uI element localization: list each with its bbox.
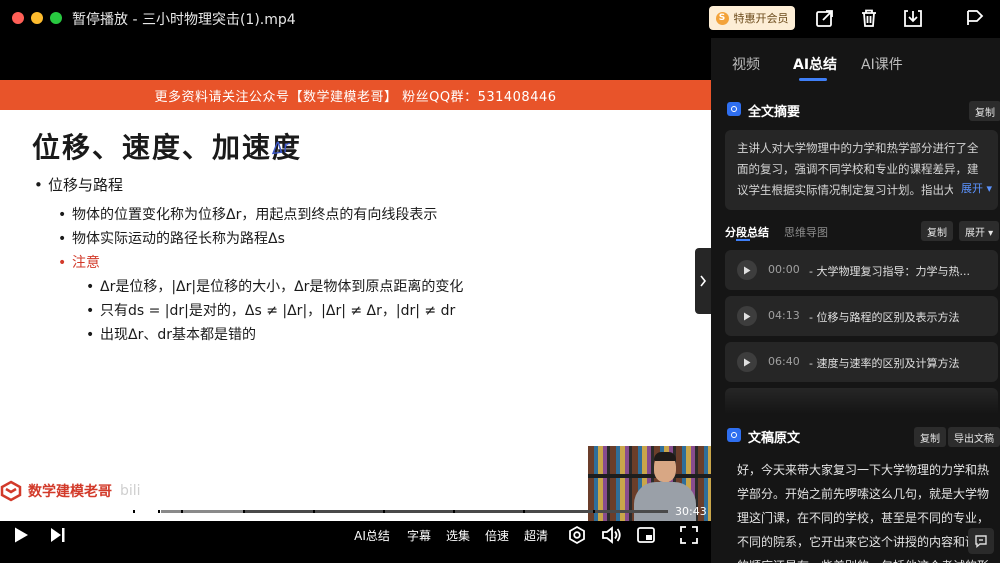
segment-item[interactable]: 00:00 - 大学物理复习指导：力学与热...	[725, 250, 998, 290]
segment-text: - 位移与路程的区别及表示方法	[809, 311, 960, 324]
segment-time: 04:13	[768, 309, 800, 322]
slide-bullet-7: • 出现Δr、dr基本都是错的	[86, 327, 256, 343]
download-icon[interactable]	[902, 7, 924, 29]
slide-bullet-1: • 位移与路程	[34, 176, 124, 194]
summary-copy-button[interactable]: 复制	[969, 101, 1000, 121]
chevron-right-icon	[700, 275, 707, 287]
slide-bullet-4: • 注意	[58, 255, 100, 271]
play-icon[interactable]	[10, 524, 32, 546]
segment-text: - 大学物理复习指导：力学与热...	[809, 265, 970, 278]
quality-button[interactable]: 超清	[521, 524, 551, 546]
segment-copy-button[interactable]: 复制	[921, 221, 953, 241]
slide-bullet-2: • 物体的位置变化称为位移Δr，用起点到终点的有向线段表示	[58, 207, 438, 223]
transcript-title: 文稿原文	[748, 431, 801, 446]
subtitle-button[interactable]: 字幕	[404, 524, 434, 546]
logo-text: 数学建模老哥	[28, 484, 112, 500]
played-bar	[53, 510, 162, 513]
segment-item[interactable]: 06:40 - 速度与速率的区别及计算方法	[725, 342, 998, 382]
logo-mark-icon	[0, 480, 22, 502]
watermark-text: bili	[120, 483, 141, 499]
handwriting-annotation: Δr	[270, 136, 291, 159]
segment-time: 00:00	[768, 263, 800, 276]
tab-ai-summary[interactable]: AI总结	[793, 54, 837, 74]
video-frame: 更多资料请关注公众号【数学建模老哥】 粉丝QQ群：531408446 位移、速度…	[0, 80, 711, 521]
coin-icon: S	[715, 11, 729, 25]
slide-bullet-3: • 物体实际运动的路径长称为路程Δs	[58, 231, 285, 247]
close-window-button[interactable]	[12, 12, 24, 24]
play-icon[interactable]	[737, 306, 757, 326]
vip-button[interactable]: S 特惠开会员	[709, 6, 795, 30]
slide-banner: 更多资料请关注公众号【数学建模老哥】 粉丝QQ群：531408446	[0, 80, 711, 110]
speed-button[interactable]: 倍速	[482, 524, 512, 546]
title-bar: 暂停播放 - 三小时物理突击(1).mp4 S 特惠开会员	[0, 0, 1000, 38]
zoom-window-button[interactable]	[50, 12, 62, 24]
active-tab-indicator	[799, 78, 827, 81]
progress-bar[interactable]	[53, 510, 668, 513]
tab-segment-summary[interactable]: 分段总结	[725, 224, 769, 240]
chat-icon[interactable]	[968, 528, 994, 554]
delete-icon[interactable]	[858, 7, 880, 29]
tab-ai-courseware[interactable]: AI课件	[861, 54, 903, 74]
export-transcript-button[interactable]: 导出文稿	[948, 427, 1000, 447]
slide-bullet-6: • 只有ds = |dr|是对的，Δs ≠ |Δr|，|Δr| ≠ Δr，|dr|…	[86, 303, 456, 319]
slide-bullet-5: • Δr是位移，|Δr|是位移的大小，Δr是物体到原点距离的变化	[86, 279, 464, 295]
transcript-text: 好，今天来带大家复习一下大学物理的力学和热学部分。开始之前先啰嗦这么几句，就是大…	[737, 463, 990, 563]
share-icon[interactable]	[814, 7, 836, 29]
pin-icon[interactable]	[964, 7, 986, 29]
segment-expand-button[interactable]: 展开 ▾	[959, 221, 1000, 241]
tab-mind-map[interactable]: 思维导图	[784, 224, 828, 240]
episode-button[interactable]: 选集	[443, 524, 473, 546]
vip-label: 特惠开会员	[733, 12, 789, 25]
collapse-panel-button[interactable]	[695, 248, 711, 314]
summary-box: 主讲人对大学物理中的力学和热学部分进行了全面的复习，强调不同学校和专业的课程差异…	[725, 130, 998, 210]
play-icon[interactable]	[737, 260, 757, 280]
summary-icon	[727, 102, 741, 116]
segment-item[interactable]: 04:13 - 位移与路程的区别及表示方法	[725, 296, 998, 336]
ai-summary-button[interactable]: AI总结	[352, 524, 392, 546]
segment-list-fade	[725, 388, 998, 414]
current-time: 05:25	[4, 505, 36, 518]
slide-title: 位移、速度、加速度	[32, 131, 303, 164]
record-icon[interactable]	[566, 524, 588, 546]
summary-title: 全文摘要	[748, 105, 801, 120]
segment-time: 06:40	[768, 355, 800, 368]
minimize-window-button[interactable]	[31, 12, 43, 24]
volume-icon[interactable]	[600, 524, 624, 546]
play-icon[interactable]	[737, 352, 757, 372]
ai-panel: 视频 AI总结 AI课件 全文摘要 复制 主讲人对大学物理中的力学和热学部分进行…	[711, 38, 1000, 563]
transcript-copy-button[interactable]: 复制	[914, 427, 946, 447]
video-player[interactable]: 更多资料请关注公众号【数学建模老哥】 粉丝QQ群：531408446 位移、速度…	[0, 38, 711, 563]
pip-icon[interactable]	[635, 524, 657, 546]
tab-video[interactable]: 视频	[732, 54, 760, 74]
fullscreen-icon[interactable]	[678, 524, 700, 546]
segment-text: - 速度与速率的区别及计算方法	[809, 357, 960, 370]
next-icon[interactable]	[47, 524, 69, 546]
subtab-indicator	[736, 239, 750, 241]
transcript-icon	[727, 428, 741, 442]
total-time: 30:43	[675, 505, 707, 518]
summary-text: 主讲人对大学物理中的力学和热学部分进行了全面的复习，强调不同学校和专业的课程差异…	[737, 141, 979, 197]
summary-expand-link[interactable]: 展开 ▾	[953, 180, 993, 196]
channel-logo: 数学建模老哥 bili	[0, 480, 141, 502]
window-title: 暂停播放 - 三小时物理突击(1).mp4	[72, 12, 296, 28]
